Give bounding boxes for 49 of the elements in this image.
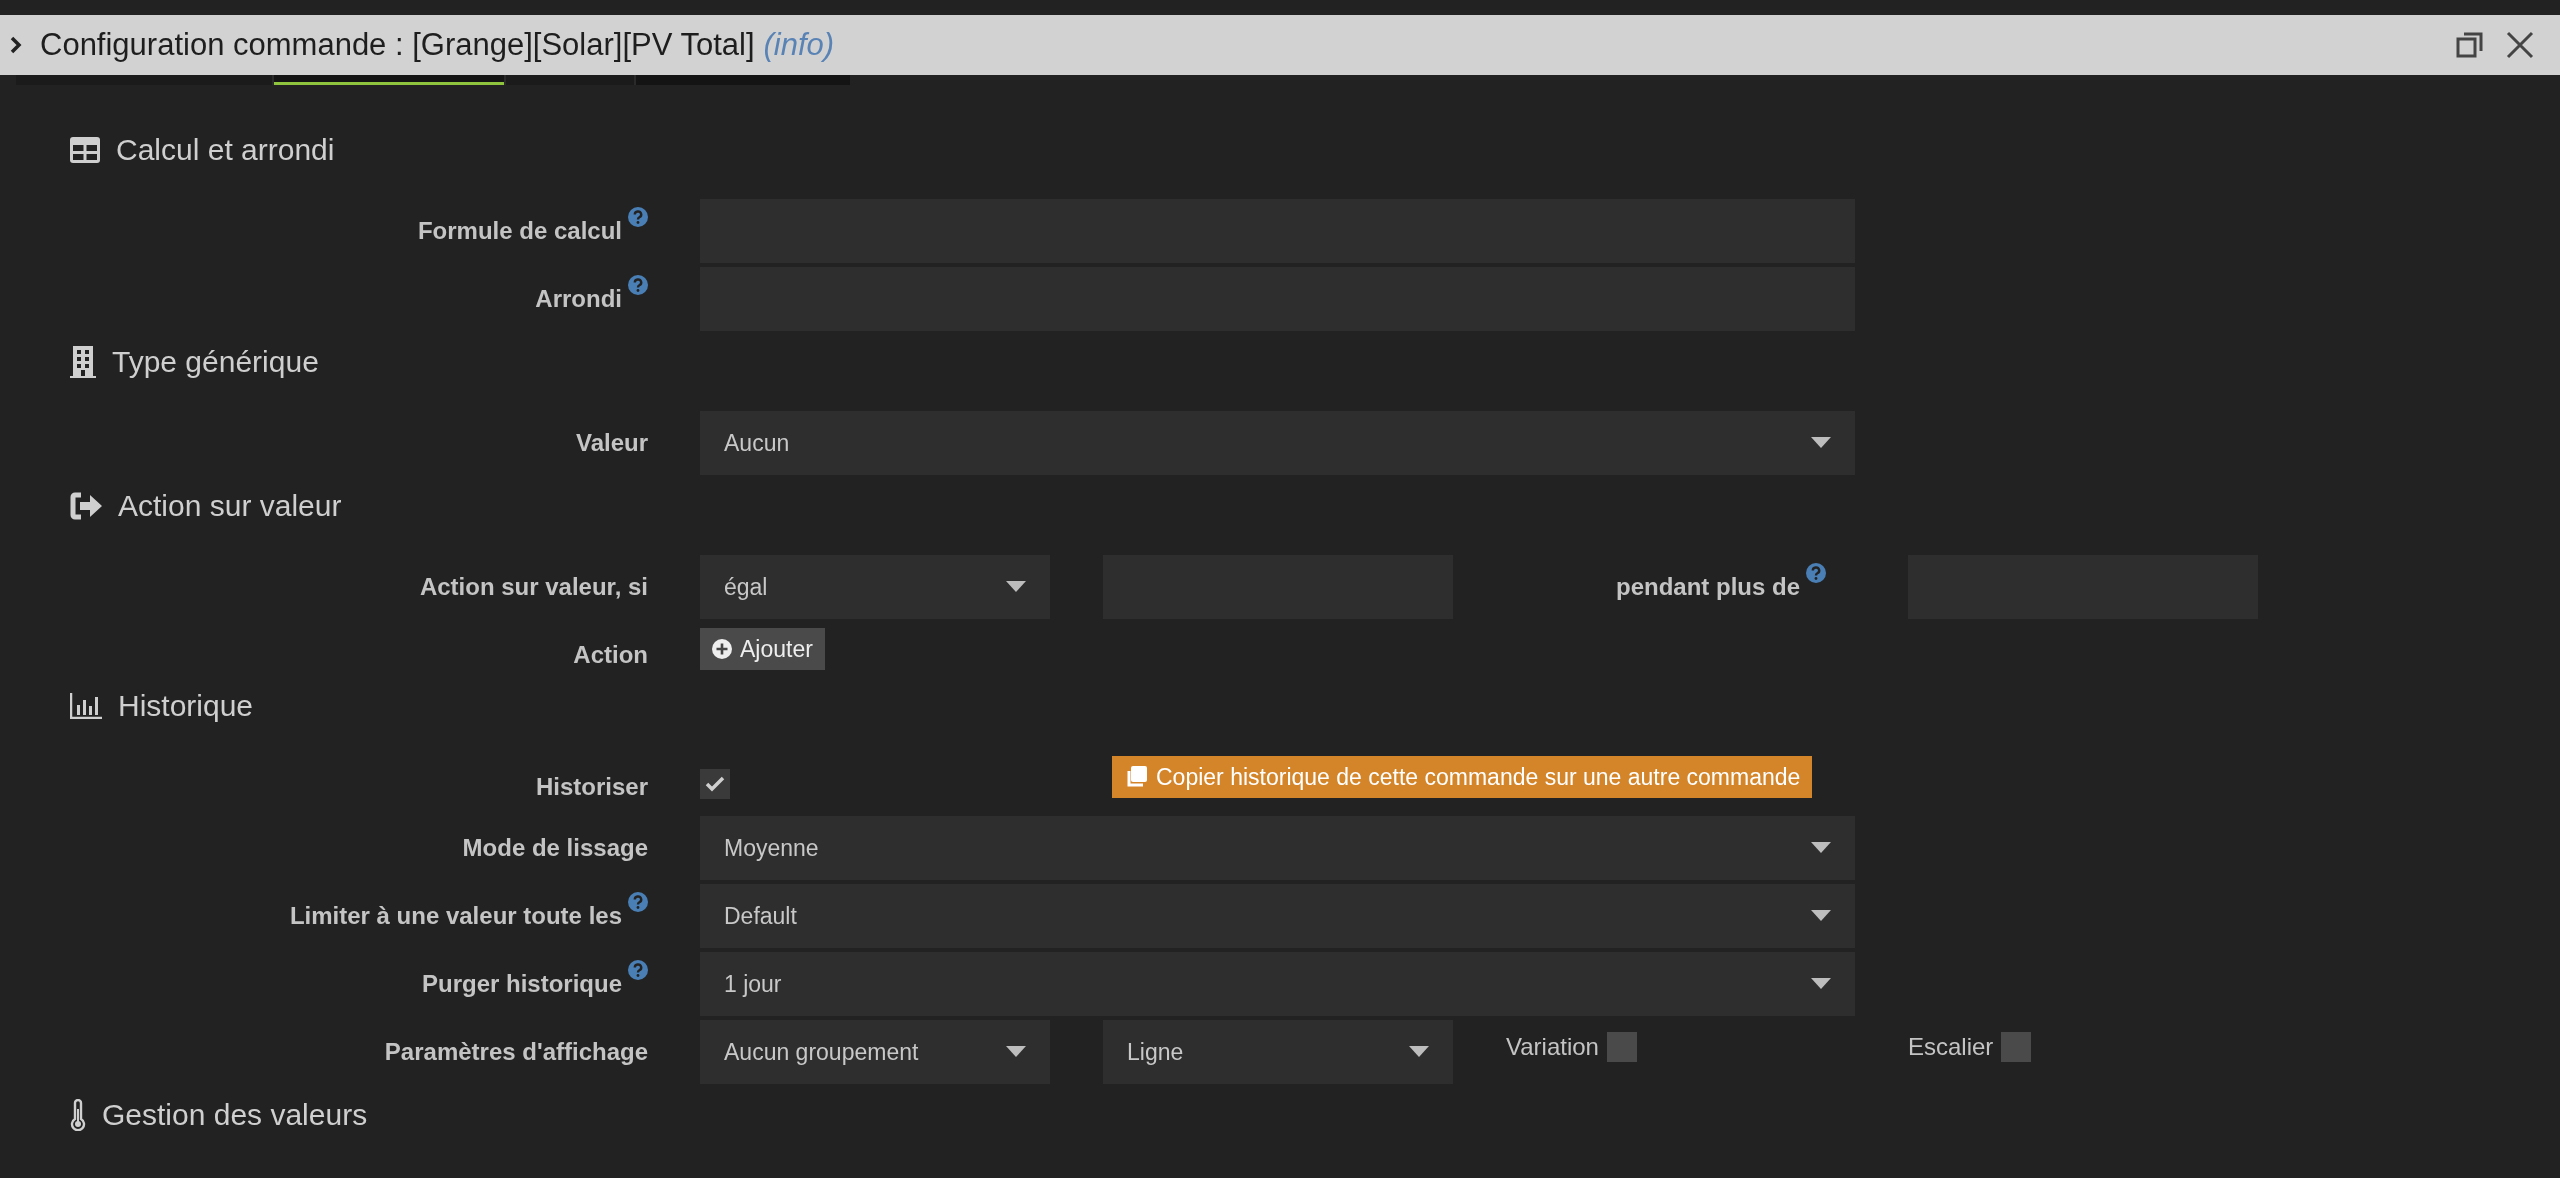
caret-icon — [1409, 1046, 1429, 1058]
section-title: Calcul et arrondi — [116, 133, 335, 167]
section-title: Action sur valeur — [118, 489, 342, 523]
window-title: Configuration commande : [Grange][Solar][PV Total] — [40, 27, 755, 63]
chevron-icon[interactable] — [10, 36, 22, 54]
caret-icon — [1006, 581, 1026, 593]
option-label: Escalier — [1908, 1033, 1994, 1061]
caret-icon — [1006, 1046, 1026, 1058]
close-icon[interactable] — [2506, 31, 2534, 59]
field-label: pendant plus de — [1616, 573, 1800, 601]
caret-icon — [1811, 978, 1831, 990]
field-label: Historiser — [535, 773, 648, 801]
caret-icon — [1811, 437, 1831, 449]
caret-icon — [1811, 910, 1831, 922]
field-label: Arrondi — [535, 285, 622, 313]
select-field[interactable]: Aucun — [700, 411, 1855, 475]
field-label: Purger historique — [421, 970, 622, 998]
window-subtitle: (info) — [763, 27, 835, 63]
checkbox[interactable] — [1606, 1032, 1637, 1062]
select-field[interactable]: Moyenne — [700, 816, 1855, 880]
bar-chart-icon — [70, 693, 102, 719]
caret-icon — [1811, 842, 1831, 854]
tab[interactable] — [274, 75, 506, 85]
field-label: Formule de calcul — [417, 217, 622, 245]
checkbox[interactable] — [700, 768, 730, 799]
select-field[interactable]: Ligne — [1103, 1020, 1453, 1084]
sign-out-icon — [70, 492, 102, 520]
field-label: Action — [573, 641, 648, 669]
field-label: Mode de lissage — [462, 834, 648, 862]
field-label: Paramètres d'affichage — [384, 1038, 648, 1066]
thermometer-icon — [70, 1099, 86, 1131]
section-title: Historique — [118, 689, 254, 723]
checkbox[interactable] — [2001, 1032, 2032, 1062]
select-field[interactable]: Aucun groupement — [700, 1020, 1050, 1084]
field-label: Limiter à une valeur toute les — [289, 902, 622, 930]
add-button[interactable]: Ajouter — [700, 628, 825, 670]
building-icon — [70, 346, 96, 378]
check-icon — [705, 775, 725, 792]
field-label: Valeur — [575, 429, 648, 457]
section-title: Type générique — [112, 345, 319, 379]
select-field[interactable]: égal — [700, 555, 1050, 619]
section-title: Gestion des valeurs — [102, 1098, 368, 1132]
plus-circle-icon — [712, 639, 732, 659]
select-field[interactable]: Default — [700, 884, 1855, 948]
field-label: Action sur valeur, si — [419, 573, 648, 601]
restore-icon[interactable] — [2456, 31, 2484, 59]
select-field[interactable]: 1 jour — [700, 952, 1855, 1016]
table-icon — [70, 137, 100, 163]
option-label: Variation — [1506, 1033, 1599, 1061]
